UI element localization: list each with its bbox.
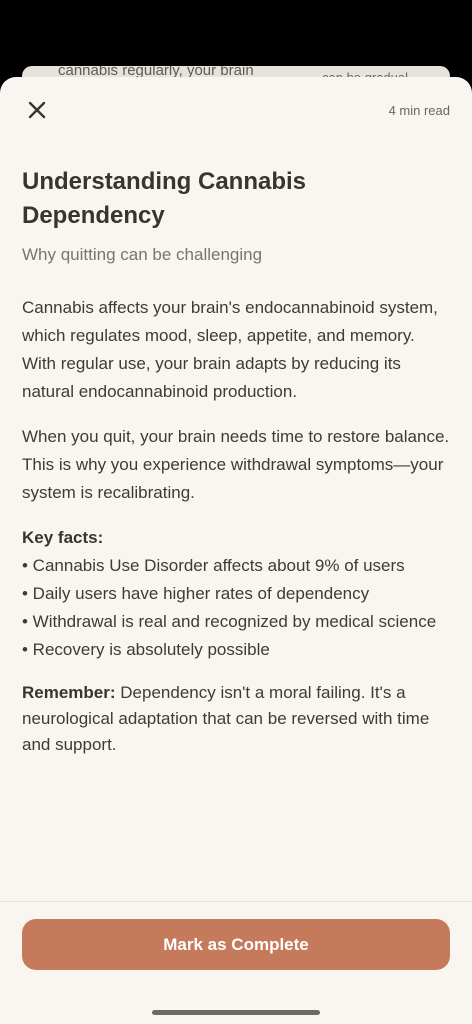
article-subtitle: Why quitting can be challenging (22, 245, 263, 264)
article-body: Cannabis affects your brain's endocannab… (22, 294, 452, 775)
footer-divider (0, 901, 472, 902)
article-title: Understanding Cannabis Dependency (22, 168, 307, 229)
article-paragraph: When you quit, your brain needs time to … (22, 427, 450, 502)
close-button[interactable] (22, 95, 52, 125)
key-facts-list: • Cannabis Use Disorder affects about 9%… (22, 552, 452, 664)
mark-complete-button[interactable]: Mark as Complete (22, 919, 450, 970)
article-sheet: 4 min read Understanding Cannabis Depend… (0, 77, 472, 1024)
remember-note: Remember: Dependency isn't a moral faili… (22, 680, 452, 758)
key-fact-item: • Cannabis Use Disorder affects about 9%… (22, 556, 405, 575)
key-facts-title: Key facts: (22, 528, 104, 547)
read-time: 4 min read (388, 103, 450, 118)
key-fact-item: • Daily users have higher rates of depen… (22, 584, 370, 603)
home-indicator[interactable] (152, 1010, 320, 1015)
article-paragraph: Cannabis affects your brain's endocannab… (22, 298, 438, 401)
remember-label: Remember: (22, 683, 116, 702)
key-fact-item: • Recovery is absolutely possible (22, 640, 270, 659)
key-fact-item: • Withdrawal is real and recognized by m… (22, 612, 437, 631)
close-icon (28, 101, 46, 119)
screen: cannabis regularly, your brain can be gr… (0, 0, 472, 1024)
